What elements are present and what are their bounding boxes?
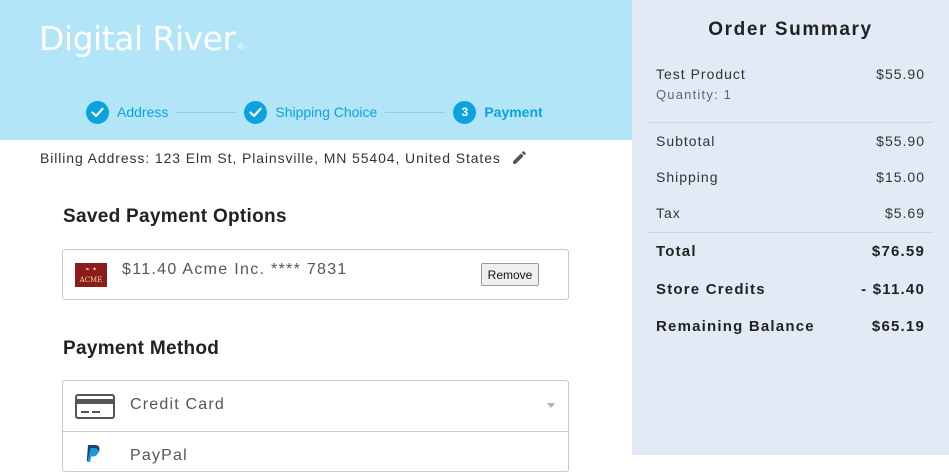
payment-method-title: Payment Method: [63, 338, 220, 359]
remove-button[interactable]: Remove: [481, 263, 539, 286]
acme-logo: ❧ ✦ ACME: [75, 263, 107, 287]
step-payment-label: Payment: [484, 104, 543, 120]
product-name: Test Product: [656, 66, 746, 82]
payment-option-credit-card[interactable]: Credit Card: [63, 381, 568, 430]
remaining-balance-value: $65.19: [871, 318, 925, 335]
remaining-balance-row: Remaining Balance $65.19: [656, 318, 925, 335]
logo-registered-mark: ®: [236, 42, 245, 51]
product-price: $55.90: [876, 66, 925, 82]
store-credits-label: Store Credits: [656, 281, 766, 298]
shipping-label: Shipping: [656, 169, 719, 185]
step-number-badge: 3: [453, 100, 477, 124]
billing-address-line: Billing Address: 123 Elm St, Plainsville…: [40, 149, 528, 166]
logo-text: Digital River: [39, 19, 236, 58]
credit-card-icon: [75, 394, 115, 424]
digital-river-logo: Digital River®: [39, 19, 244, 59]
step-number: 3: [461, 105, 469, 119]
step-shipping-choice[interactable]: Shipping Choice: [244, 100, 378, 124]
checkout-stepper: Address Shipping Choice 3 Payment: [86, 100, 543, 124]
subtotal-value: $55.90: [876, 133, 925, 149]
remaining-balance-label: Remaining Balance: [656, 318, 815, 335]
order-summary-panel: Order Summary Test Product $55.90 Quanti…: [632, 0, 949, 455]
subtotal-row: Subtotal $55.90: [656, 133, 925, 149]
pencil-icon[interactable]: [511, 149, 528, 166]
subtotal-label: Subtotal: [656, 133, 716, 149]
saved-payment-option[interactable]: ❧ ✦ ACME $11.40 Acme Inc. **** 7831 Remov…: [62, 249, 569, 300]
payment-option-paypal[interactable]: PayPal: [63, 431, 568, 471]
divider: [648, 122, 933, 123]
chevron-down-icon[interactable]: [547, 403, 555, 408]
step-connector: [385, 111, 446, 113]
total-value: $76.59: [871, 243, 925, 260]
check-icon: [244, 100, 268, 124]
paypal-label: PayPal: [130, 447, 188, 464]
store-credits-row: Store Credits - $11.40: [656, 281, 925, 298]
store-credits-value: - $11.40: [861, 281, 925, 298]
shipping-row: Shipping $15.00: [656, 169, 925, 185]
saved-payment-description: $11.40 Acme Inc. **** 7831: [122, 261, 348, 278]
checkout-header: Digital River® Address Shipping Choice 3…: [0, 0, 632, 140]
payment-method-list: Credit Card PayPal: [62, 380, 569, 472]
total-row: Total $76.59: [656, 243, 925, 260]
step-payment: 3 Payment: [453, 100, 543, 124]
step-shipping-choice-label: Shipping Choice: [275, 104, 378, 120]
step-address[interactable]: Address: [86, 100, 169, 124]
credit-card-label: Credit Card: [130, 396, 226, 413]
tax-row: Tax $5.69: [656, 205, 925, 221]
saved-payment-options-title: Saved Payment Options: [63, 206, 287, 227]
product-quantity: Quantity: 1: [656, 87, 733, 102]
acme-logo-text: ACME: [79, 276, 103, 284]
total-label: Total: [656, 243, 697, 260]
product-line: Test Product $55.90: [656, 66, 925, 82]
order-summary-title: Order Summary: [708, 19, 873, 40]
tax-label: Tax: [656, 205, 681, 221]
billing-address-text: Billing Address: 123 Elm St, Plainsville…: [40, 149, 501, 166]
step-connector: [176, 111, 237, 113]
tax-value: $5.69: [884, 205, 925, 221]
paypal-icon: [85, 444, 101, 469]
step-address-label: Address: [117, 104, 169, 120]
divider: [648, 232, 933, 233]
shipping-value: $15.00: [876, 169, 925, 185]
check-icon: [86, 100, 109, 124]
